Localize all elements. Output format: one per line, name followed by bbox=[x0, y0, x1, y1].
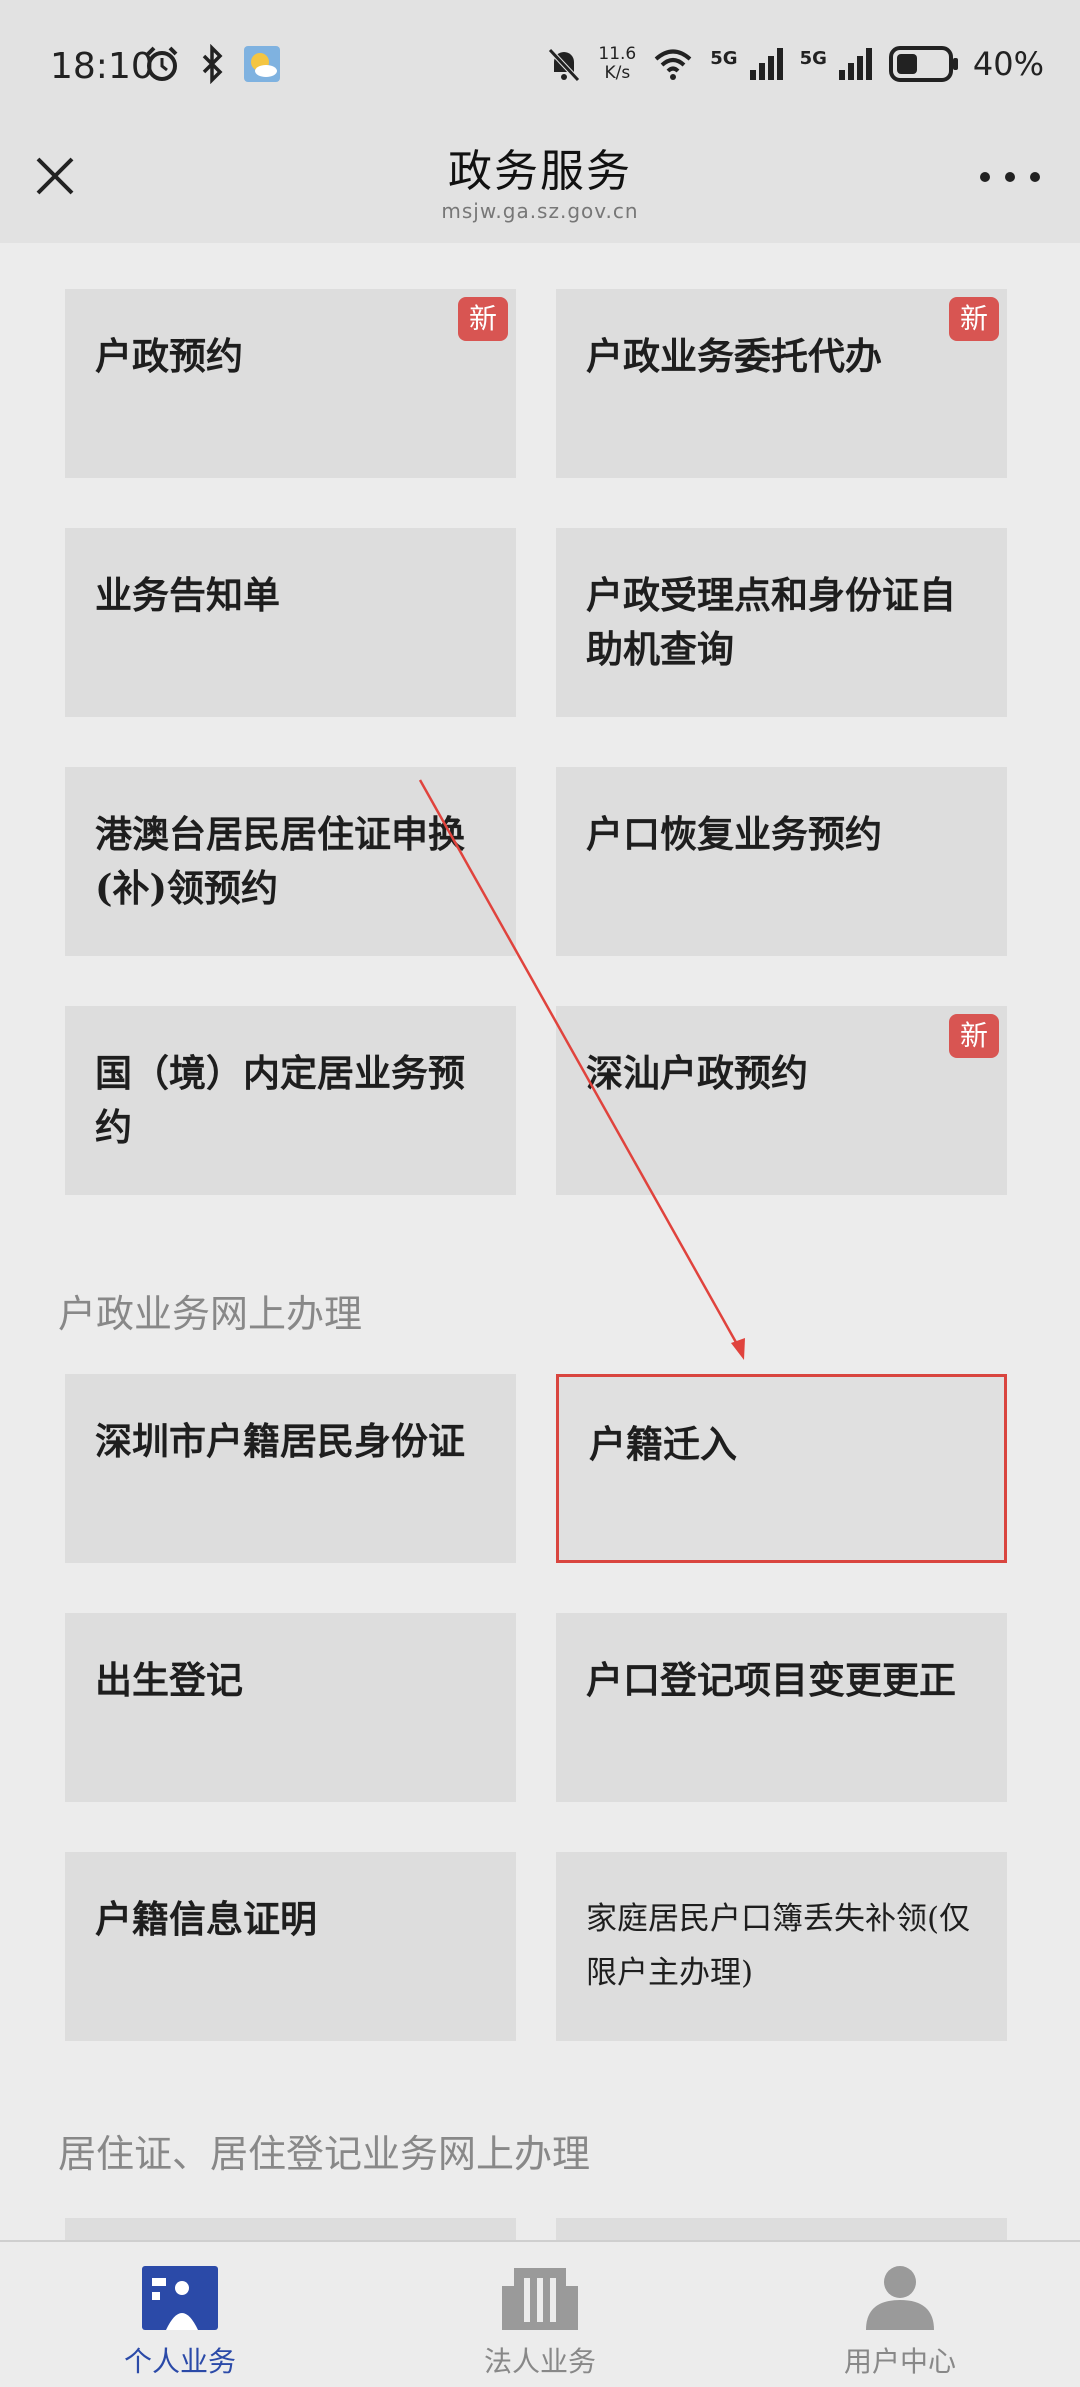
nav-label: 个人业务 bbox=[123, 2345, 236, 2378]
card-label: 港澳台居民居住证申换(补)领预约 bbox=[95, 812, 465, 910]
status-time: 18:10 bbox=[50, 46, 154, 87]
card-entrusted-agency[interactable]: 户政业务委托代办 新 bbox=[556, 289, 1007, 478]
network-speed-unit: K/s bbox=[604, 63, 631, 83]
card-settlement-appointment[interactable]: 国（境）内定居业务预约 bbox=[65, 1006, 516, 1195]
card-label: 国（境）内定居业务预约 bbox=[95, 1051, 465, 1149]
new-badge: 新 bbox=[949, 1014, 999, 1058]
card-label: 出生登记 bbox=[95, 1658, 243, 1702]
alarm-icon bbox=[146, 46, 178, 81]
more-dot-icon bbox=[1030, 172, 1040, 182]
building-icon bbox=[502, 2268, 578, 2330]
card-household-appointment[interactable]: 户政预约 新 bbox=[65, 289, 516, 478]
card-label: 户政预约 bbox=[95, 334, 243, 378]
bottom-nav: 个人业务 法人业务 用户中心 bbox=[0, 2240, 1080, 2387]
signal-2-icon bbox=[838, 48, 872, 80]
card-business-notice[interactable]: 业务告知单 bbox=[65, 528, 516, 717]
card-shenshan-appointment[interactable]: 深汕户政预约 新 bbox=[556, 1006, 1007, 1195]
card-label: 户口登记项目变更更正 bbox=[586, 1658, 956, 1702]
nav-label: 法人业务 bbox=[483, 2345, 596, 2378]
status-right-icons: 11.6 K/s 5G 5G 40% bbox=[544, 44, 1044, 84]
card-label: 深圳市户籍居民身份证 bbox=[95, 1419, 465, 1463]
nav-personal[interactable]: 个人业务 bbox=[0, 2242, 360, 2387]
more-dot-icon bbox=[1005, 172, 1015, 182]
card-label: 户籍迁入 bbox=[589, 1422, 737, 1466]
network-speed: 11.6 K/s bbox=[598, 45, 636, 83]
network-speed-value: 11.6 bbox=[598, 44, 637, 64]
card-registration-change[interactable]: 户口登记项目变更更正 bbox=[556, 1613, 1007, 1802]
main-content: 户政预约 新 户政业务委托代办 新 业务告知单 户政受理点和身份证自助机查询 港… bbox=[0, 243, 1080, 2240]
card-residence-item[interactable] bbox=[65, 2218, 516, 2240]
card-label: 深汕户政预约 bbox=[586, 1051, 808, 1095]
more-dot-icon bbox=[980, 172, 990, 182]
more-options-button[interactable] bbox=[980, 165, 1040, 189]
personal-business-icon bbox=[142, 2266, 218, 2330]
status-bar: 18:10 11.6 K/s 5G 5G 40% bbox=[0, 0, 1080, 135]
nav-label: 用户中心 bbox=[843, 2345, 956, 2378]
card-label: 户政受理点和身份证自助机查询 bbox=[586, 573, 956, 671]
new-badge: 新 bbox=[949, 297, 999, 341]
weather-icon bbox=[244, 46, 280, 82]
card-booklet-replacement[interactable]: 家庭居民户口簿丢失补领(仅限户主办理) bbox=[556, 1852, 1007, 2041]
mute-bell-icon bbox=[548, 48, 581, 82]
signal-2-label: 5G bbox=[799, 48, 827, 69]
status-left-icons bbox=[142, 44, 282, 84]
card-label: 家庭居民户口簿丢失补领(仅限户主办理) bbox=[586, 1901, 971, 1991]
section-title-residence-permit: 居住证、居住登记业务网上办理 bbox=[58, 2132, 591, 2176]
card-household-move-in[interactable]: 户籍迁入 bbox=[556, 1374, 1007, 1563]
battery-percent: 40% bbox=[972, 45, 1044, 83]
residence-grid bbox=[65, 2218, 1007, 2240]
card-residence-item[interactable] bbox=[556, 2218, 1007, 2240]
card-birth-registration[interactable]: 出生登记 bbox=[65, 1613, 516, 1802]
card-registration-restore[interactable]: 户口恢复业务预约 bbox=[556, 767, 1007, 956]
card-label: 业务告知单 bbox=[95, 573, 280, 617]
card-label: 户口恢复业务预约 bbox=[586, 812, 882, 856]
new-badge: 新 bbox=[458, 297, 508, 341]
card-label: 户政业务委托代办 bbox=[586, 334, 882, 378]
battery-icon bbox=[888, 46, 958, 82]
page-title: 政务服务 bbox=[448, 146, 632, 197]
page-url: msjw.ga.sz.gov.cn bbox=[441, 199, 639, 223]
card-service-point-query[interactable]: 户政受理点和身份证自助机查询 bbox=[556, 528, 1007, 717]
card-hk-macao-taiwan-permit[interactable]: 港澳台居民居住证申换(补)领预约 bbox=[65, 767, 516, 956]
bluetooth-icon bbox=[202, 44, 223, 84]
nav-user-center[interactable]: 用户中心 bbox=[720, 2242, 1080, 2387]
section-title-online-household: 户政业务网上办理 bbox=[58, 1292, 363, 1336]
nav-corporate[interactable]: 法人业务 bbox=[360, 2242, 720, 2387]
card-label: 户籍信息证明 bbox=[95, 1897, 317, 1941]
app-header: 政务服务 msjw.ga.sz.gov.cn bbox=[0, 135, 1080, 243]
card-resident-id[interactable]: 深圳市户籍居民身份证 bbox=[65, 1374, 516, 1563]
user-icon bbox=[866, 2266, 934, 2330]
card-household-certificate[interactable]: 户籍信息证明 bbox=[65, 1852, 516, 2041]
appointment-grid: 户政预约 新 户政业务委托代办 新 业务告知单 户政受理点和身份证自助机查询 港… bbox=[65, 289, 1007, 1195]
signal-1-icon bbox=[749, 48, 783, 80]
signal-1-label: 5G bbox=[710, 48, 738, 69]
online-household-grid: 深圳市户籍居民身份证 户籍迁入 出生登记 户口登记项目变更更正 户籍信息证明 家… bbox=[65, 1374, 1007, 2041]
wifi-icon bbox=[654, 49, 692, 80]
